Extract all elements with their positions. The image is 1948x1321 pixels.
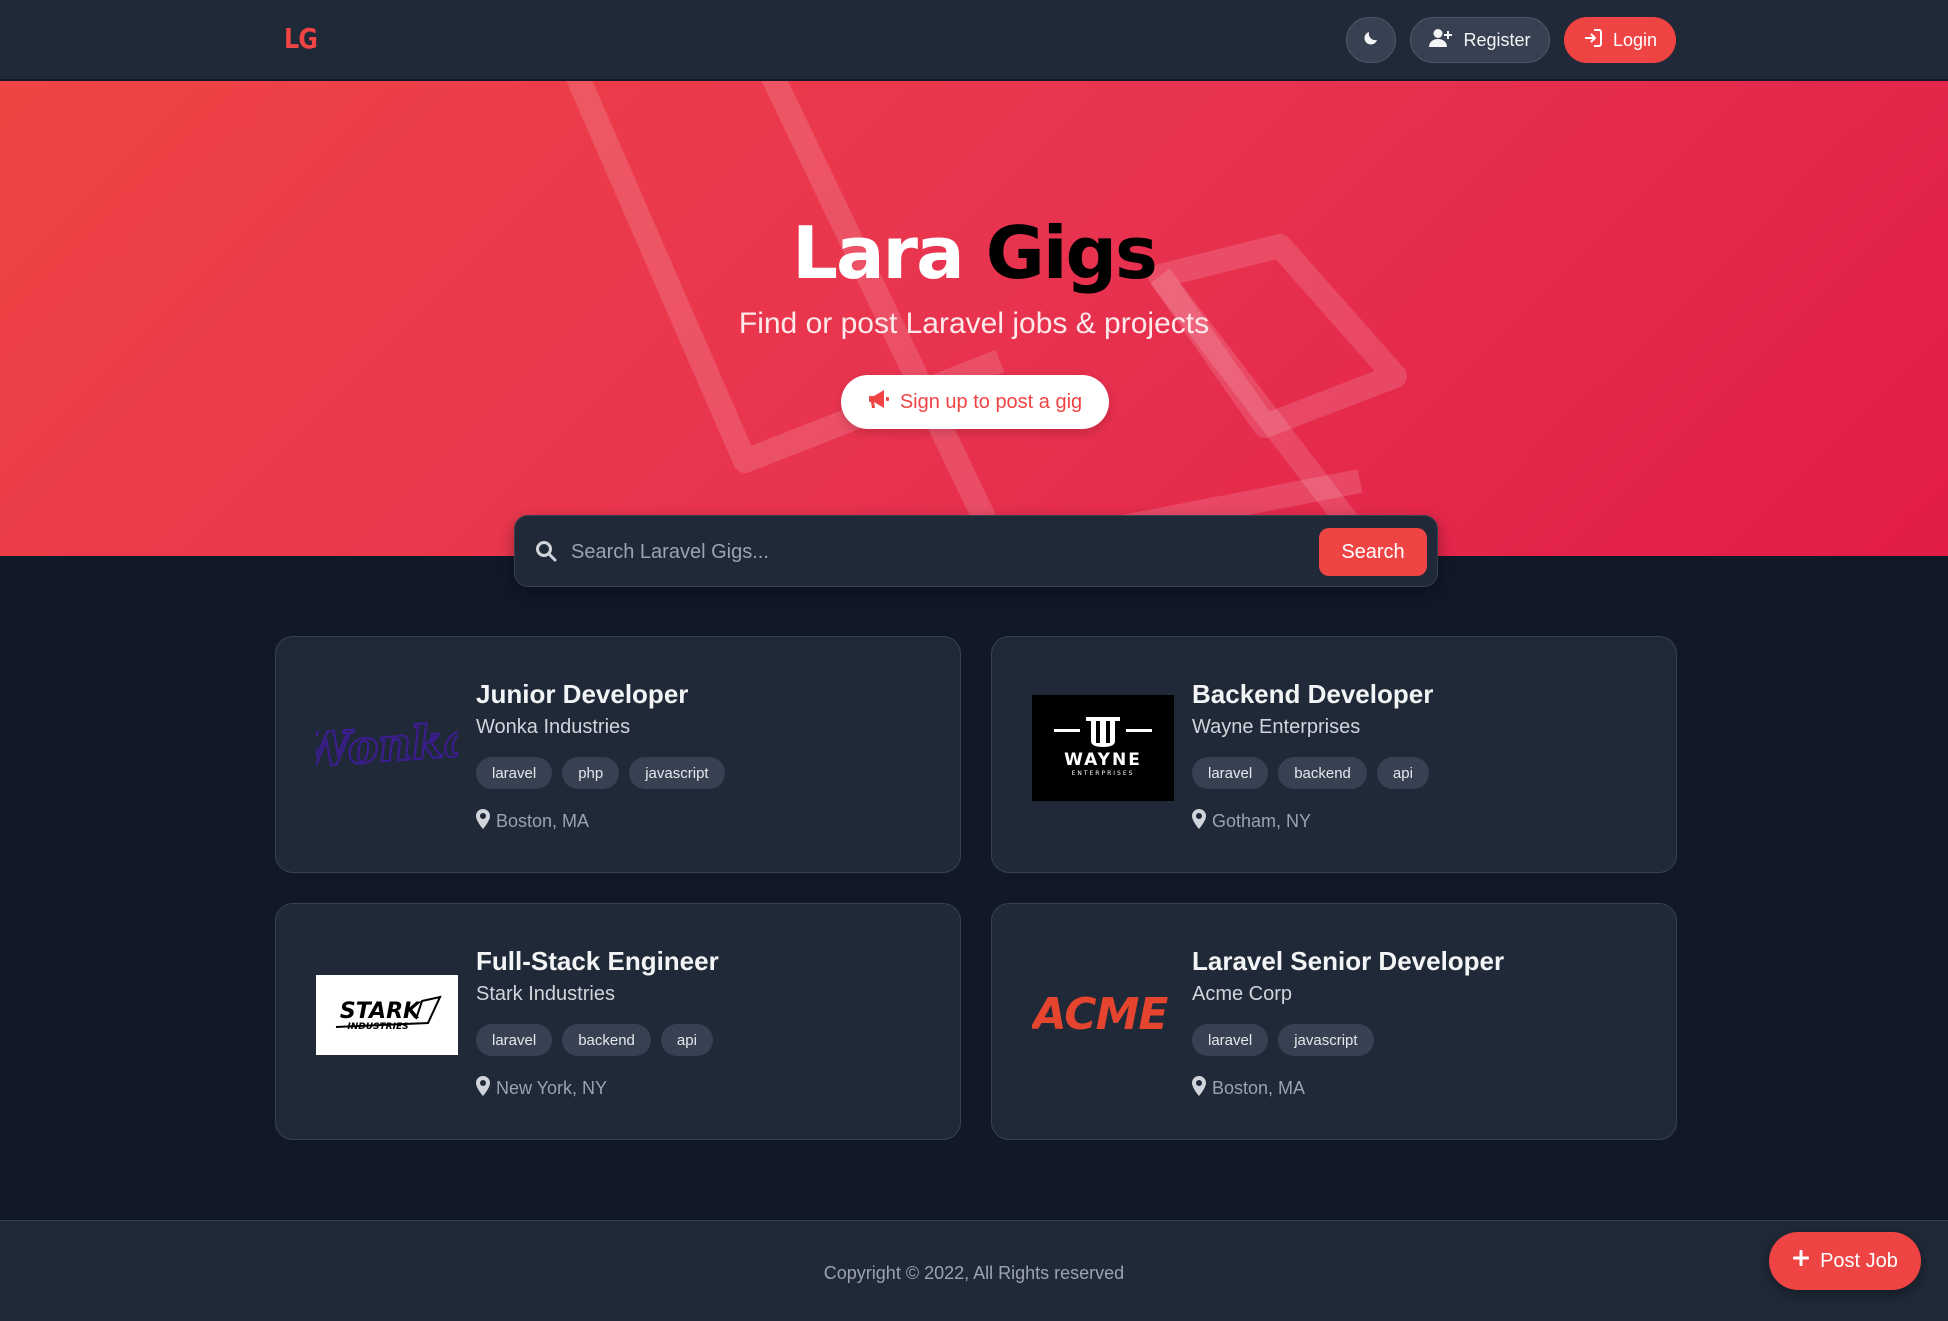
wayne-logo: WAYNE ENTERPRISES [1032,695,1174,801]
listing-title[interactable]: Laravel Senior Developer [1192,946,1504,977]
svg-text:WAYNE: WAYNE [1064,750,1142,770]
svg-text:Wonka: Wonka [316,712,458,778]
tag[interactable]: laravel [1192,757,1269,789]
search-input[interactable] [571,530,1271,574]
map-marker-icon [1192,809,1206,834]
svg-text:ENTERPRISES: ENTERPRISES [1072,770,1135,777]
location-label: Gotham, NY [1212,811,1312,831]
listing-title[interactable]: Backend Developer [1192,679,1433,710]
location-label: Boston, MA [496,811,590,831]
search-button[interactable]: Search [1319,528,1427,576]
hero-title-part2: Gigs [985,211,1158,295]
tag[interactable]: php [562,757,620,789]
listing-location: Boston, MA [1192,1076,1305,1101]
map-marker-icon [476,809,490,834]
location-label: Boston, MA [1212,1078,1306,1098]
tag-list: laravel javascript [1192,1024,1374,1056]
listing-company: Wayne Enterprises [1192,716,1361,738]
stark-logo: STARK INDUSTRIES [316,975,458,1055]
plus-icon [1792,1249,1810,1273]
hero-subtitle: Find or post Laravel jobs & projects [738,307,1210,340]
login-label: Login [1612,29,1658,50]
hero-title-part1: Lara [792,211,965,295]
search-icon [535,540,557,567]
search-bar: Search [514,515,1438,587]
signup-cta-label: Sign up to post a gig [899,390,1083,413]
hero-banner: Lara Gigs Find or post Laravel jobs & pr… [0,81,1948,556]
wonka-logo: Wonka [316,711,458,779]
user-plus-icon [1429,28,1453,53]
listing-company: Acme Corp [1192,983,1293,1005]
register-label: Register [1463,29,1531,50]
svg-text:INDUSTRIES: INDUSTRIES [347,1022,408,1032]
listing-location: New York, NY [476,1076,607,1101]
tag[interactable]: api [660,1024,713,1056]
site-logo[interactable]: LG [284,22,318,55]
theme-toggle-button[interactable] [1346,17,1396,63]
map-marker-icon [476,1076,490,1101]
hero-title: Lara Gigs [0,211,1948,295]
bullhorn-icon [868,389,890,415]
company-logo: Wonka [316,695,458,801]
listing-card[interactable]: Wonka Junior Developer Wonka Industries … [275,636,961,873]
company-logo: ACME [1032,962,1174,1068]
map-marker-icon [1192,1076,1206,1101]
login-button[interactable]: Login [1564,17,1676,63]
listing-company: Wonka Industries [476,716,631,738]
footer: Copyright © 2022, All Rights reserved [0,1220,1948,1321]
signup-cta-button[interactable]: Sign up to post a gig [841,375,1109,429]
tag[interactable]: laravel [476,1024,553,1056]
acme-logo: ACME [1032,989,1169,1040]
tag[interactable]: api [1376,757,1429,789]
post-job-button[interactable]: Post Job [1769,1232,1921,1290]
company-logo: STARK INDUSTRIES [316,962,458,1068]
listing-card[interactable]: STARK INDUSTRIES Full-Stack Engineer Sta… [275,903,961,1140]
post-job-label: Post Job [1820,1249,1898,1272]
listing-location: Boston, MA [476,809,589,834]
moon-icon [1362,29,1380,52]
tag[interactable]: javascript [629,757,725,789]
tag-list: laravel php javascript [476,757,725,789]
register-button[interactable]: Register [1410,17,1550,63]
listing-title[interactable]: Full-Stack Engineer [476,946,719,977]
company-logo: WAYNE ENTERPRISES [1032,695,1174,801]
location-label: New York, NY [496,1078,608,1098]
listing-title[interactable]: Junior Developer [476,679,688,710]
tag[interactable]: backend [1278,757,1367,789]
top-navbar: LG Register Login [0,0,1948,80]
tag[interactable]: javascript [1278,1024,1374,1056]
tag[interactable]: laravel [1192,1024,1269,1056]
listing-card[interactable]: ACME Laravel Senior Developer Acme Corp … [991,903,1677,1140]
svg-text:ACME: ACME [1032,989,1168,1040]
listing-card[interactable]: WAYNE ENTERPRISES Backend Developer Wayn… [991,636,1677,873]
svg-text:STARK: STARK [340,999,422,1024]
listing-company: Stark Industries [476,983,615,1005]
tag-list: laravel backend api [476,1024,713,1056]
sign-in-icon [1583,28,1603,53]
copyright-text: Copyright © 2022, All Rights reserved [823,1263,1125,1283]
tag[interactable]: laravel [476,757,553,789]
tag-list: laravel backend api [1192,757,1429,789]
listing-location: Gotham, NY [1192,809,1311,834]
tag[interactable]: backend [562,1024,651,1056]
